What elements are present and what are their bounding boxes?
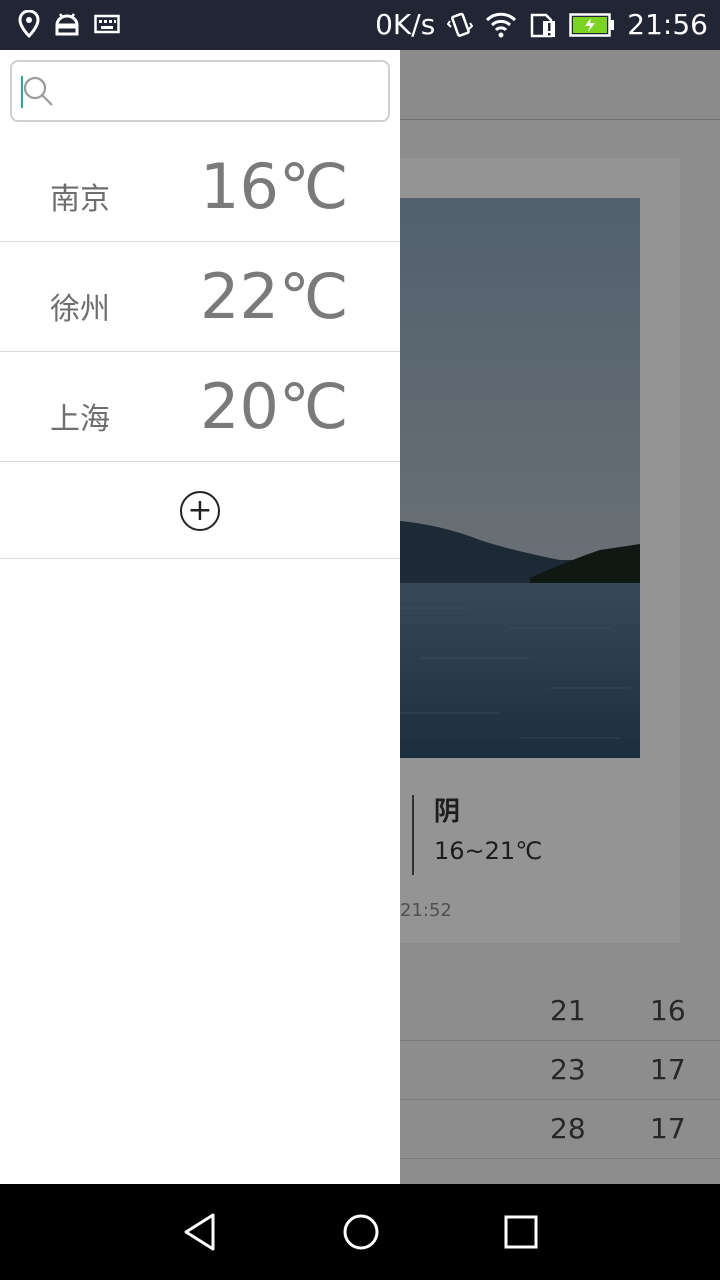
city-temperature: 20℃ bbox=[200, 370, 349, 443]
city-temperature: 22℃ bbox=[200, 260, 349, 333]
navigation-bar bbox=[0, 1184, 720, 1280]
location-icon bbox=[18, 10, 40, 38]
search-icon bbox=[22, 75, 56, 113]
add-city-button[interactable]: + bbox=[180, 491, 220, 531]
city-item[interactable]: 徐州 22℃ bbox=[0, 242, 400, 352]
search-input[interactable] bbox=[62, 72, 372, 110]
city-name: 南京 bbox=[50, 182, 110, 217]
status-bar: 0K/s 21:56 bbox=[0, 0, 720, 50]
home-icon bbox=[341, 1214, 381, 1256]
battery-charging-icon bbox=[569, 13, 615, 37]
back-icon bbox=[180, 1213, 220, 1256]
keyboard-icon bbox=[94, 14, 120, 34]
vibrate-icon bbox=[447, 11, 474, 39]
city-name: 徐州 bbox=[50, 292, 110, 327]
city-item[interactable]: 上海 20℃ bbox=[0, 352, 400, 462]
city-name: 上海 bbox=[50, 402, 110, 437]
text-cursor bbox=[21, 76, 23, 108]
network-speed: 0K/s bbox=[375, 8, 436, 41]
recents-icon bbox=[501, 1215, 541, 1256]
home-button[interactable] bbox=[341, 1212, 381, 1252]
city-temperature: 16℃ bbox=[200, 150, 349, 223]
clock: 21:56 bbox=[627, 8, 708, 41]
back-button[interactable] bbox=[180, 1212, 220, 1252]
city-item[interactable]: 南京 16℃ bbox=[0, 132, 400, 242]
city-drawer: 南京 16℃ 徐州 22℃ 上海 20℃ + bbox=[0, 50, 400, 1184]
add-city-row[interactable]: + bbox=[0, 462, 400, 559]
plus-circle-icon: + bbox=[187, 493, 213, 528]
sim-alert-icon bbox=[529, 12, 557, 38]
search-box[interactable] bbox=[10, 60, 390, 122]
android-icon bbox=[54, 11, 80, 37]
recents-button[interactable] bbox=[501, 1212, 541, 1252]
wifi-icon bbox=[485, 12, 517, 38]
city-list: 南京 16℃ 徐州 22℃ 上海 20℃ bbox=[0, 132, 400, 462]
